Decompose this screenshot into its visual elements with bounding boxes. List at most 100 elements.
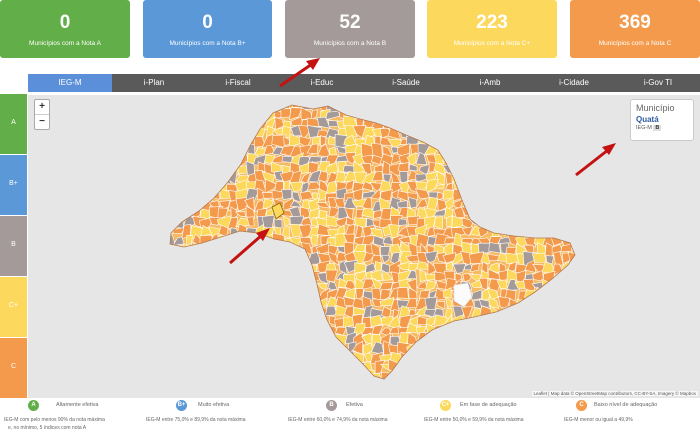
municipality-cell[interactable] (326, 353, 341, 362)
municipality-cell[interactable] (459, 152, 475, 163)
municipality-cell[interactable] (290, 368, 302, 383)
municipality-cell[interactable] (192, 297, 202, 311)
municipality-cell[interactable] (410, 110, 422, 118)
municipality-cell[interactable] (542, 299, 555, 310)
municipality-cell[interactable] (535, 170, 543, 180)
municipality-cell[interactable] (543, 340, 553, 353)
municipality-cell[interactable] (280, 108, 291, 118)
municipality-cell[interactable] (247, 349, 256, 365)
municipality-cell[interactable] (516, 343, 530, 356)
municipality-cell[interactable] (532, 305, 546, 320)
municipality-cell[interactable] (540, 145, 556, 157)
municipality-cell[interactable] (491, 171, 502, 182)
municipality-cell[interactable] (495, 189, 508, 203)
municipality-cell[interactable] (468, 191, 481, 203)
municipality-cell[interactable] (173, 170, 186, 181)
municipality-cell[interactable] (209, 322, 224, 334)
municipality-cell[interactable] (301, 376, 311, 390)
municipality-cell[interactable] (380, 108, 393, 118)
municipality-cell[interactable] (406, 367, 421, 382)
municipality-cell[interactable] (207, 160, 223, 175)
municipality-cell[interactable] (325, 360, 339, 372)
municipality-cell[interactable] (497, 119, 507, 129)
municipality-cell[interactable] (352, 368, 366, 382)
municipality-cell[interactable] (462, 318, 474, 325)
municipality-cell[interactable] (230, 377, 239, 391)
municipality-cell[interactable] (533, 336, 545, 348)
municipality-cell[interactable] (164, 272, 178, 280)
municipality-cell[interactable] (226, 333, 242, 346)
municipality-cell[interactable] (426, 126, 437, 139)
municipality-cell[interactable] (171, 376, 187, 391)
municipality-cell[interactable] (513, 136, 530, 149)
municipality-cell[interactable] (499, 209, 511, 221)
municipality-cell[interactable] (569, 288, 579, 302)
tab-i-fiscal[interactable]: i-Fiscal (196, 74, 280, 92)
municipality-cell[interactable] (571, 344, 577, 356)
municipality-cell[interactable] (513, 160, 528, 177)
municipality-cell[interactable] (505, 169, 520, 180)
municipality-cell[interactable] (522, 144, 537, 156)
municipality-cell[interactable] (230, 352, 238, 361)
municipality-cell[interactable] (487, 192, 502, 203)
municipality-cell[interactable] (451, 352, 465, 365)
municipality-cell[interactable] (480, 153, 490, 162)
municipality-cell[interactable] (524, 360, 535, 372)
municipality-cell[interactable] (425, 359, 437, 372)
municipality-cell[interactable] (273, 359, 287, 371)
municipality-cell[interactable] (172, 152, 185, 166)
municipality-cell[interactable] (243, 314, 259, 327)
municipality-cell[interactable] (560, 351, 575, 364)
municipality-cell[interactable] (558, 160, 572, 174)
tab-i-plan[interactable]: i-Plan (112, 74, 196, 92)
municipality-cell[interactable] (201, 323, 212, 339)
municipality-cell[interactable] (249, 380, 257, 392)
municipality-cell[interactable] (219, 377, 231, 391)
municipality-cell[interactable] (199, 100, 211, 114)
municipality-cell[interactable] (441, 331, 456, 347)
municipality-cell[interactable] (444, 237, 456, 245)
municipality-cell[interactable] (364, 99, 373, 111)
municipality-cell[interactable] (505, 315, 518, 329)
municipality-cell[interactable] (180, 180, 195, 194)
municipality-cell[interactable] (218, 353, 229, 363)
zoom-in-button[interactable]: + (35, 100, 49, 114)
municipality-cell[interactable] (176, 206, 188, 220)
municipality-cell[interactable] (433, 119, 445, 131)
municipality-cell[interactable] (549, 125, 564, 138)
municipality-cell[interactable] (497, 125, 512, 136)
municipality-cell[interactable] (299, 295, 313, 309)
municipality-cell[interactable] (266, 304, 277, 318)
municipality-cell[interactable] (505, 377, 521, 387)
municipality-cell[interactable] (470, 102, 484, 109)
municipality-cell[interactable] (184, 277, 192, 292)
municipality-cell[interactable] (262, 269, 278, 284)
municipality-cell[interactable] (550, 215, 563, 231)
municipality-cell[interactable] (369, 107, 381, 120)
municipality-cell[interactable] (261, 297, 276, 308)
municipality-cell[interactable] (507, 361, 516, 374)
municipality-cell[interactable] (164, 279, 176, 291)
municipality-cell[interactable] (220, 261, 229, 275)
municipality-cell[interactable] (551, 116, 563, 127)
municipality-cell[interactable] (569, 380, 580, 389)
municipality-cell[interactable] (470, 333, 483, 347)
municipality-cell[interactable] (212, 379, 222, 389)
municipality-cell[interactable] (469, 181, 481, 195)
municipality-cell[interactable] (532, 359, 546, 372)
municipality-cell[interactable] (236, 103, 250, 113)
municipality-cell[interactable] (479, 205, 490, 219)
municipality-cell[interactable] (469, 133, 485, 147)
municipality-cell[interactable] (165, 146, 178, 157)
municipality-cell[interactable] (229, 110, 240, 122)
municipality-cell[interactable] (326, 345, 339, 356)
municipality-layer[interactable] (163, 98, 583, 392)
municipality-cell[interactable] (552, 325, 566, 339)
municipality-cell[interactable] (264, 332, 278, 348)
municipality-cell[interactable] (559, 190, 574, 203)
municipality-cell[interactable] (379, 99, 394, 111)
municipality-cell[interactable] (531, 209, 543, 218)
municipality-cell[interactable] (181, 353, 196, 366)
municipality-cell[interactable] (559, 198, 570, 211)
municipality-cell[interactable] (290, 352, 301, 366)
